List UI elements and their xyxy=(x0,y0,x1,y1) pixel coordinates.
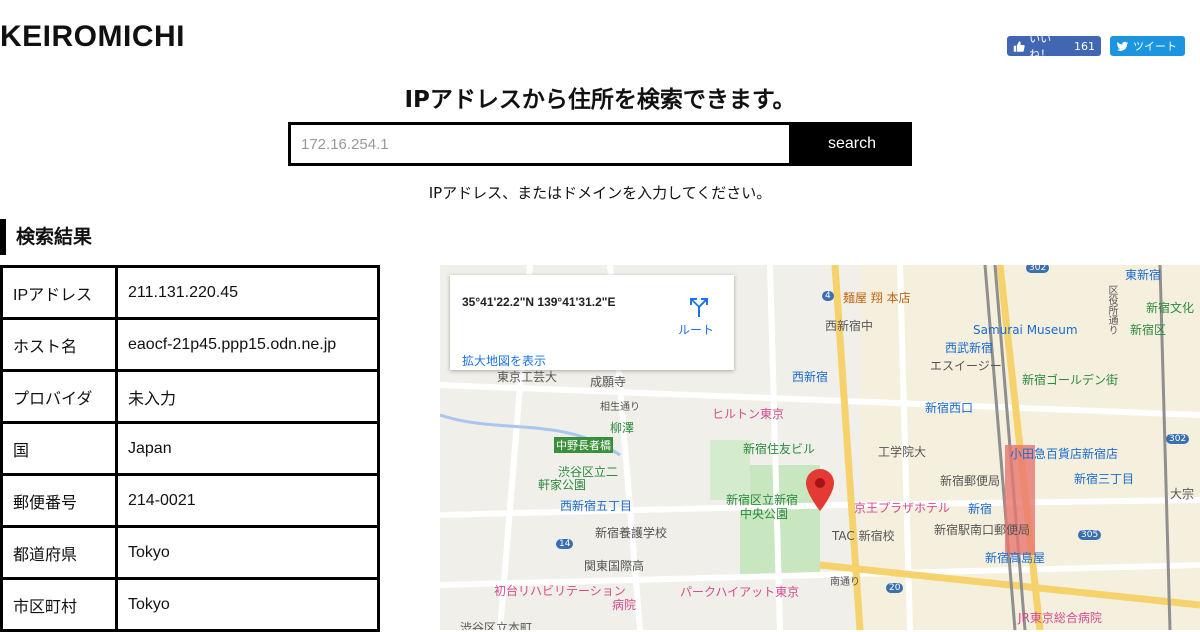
map-label: 病院 xyxy=(612,598,637,612)
map-label: 新宿駅南口郵便局 xyxy=(934,523,1031,537)
road-number-badge: 305 xyxy=(1078,530,1102,540)
search-button[interactable]: search xyxy=(792,122,912,166)
map-label: 関東国際高 xyxy=(584,559,645,573)
map-label: 小田急百貨店新宿店 xyxy=(1010,447,1119,461)
table-row: IPアドレス 211.131.220.45 xyxy=(0,265,380,320)
table-row: プロバイダ 未入力 xyxy=(0,369,380,424)
row-value: 未入力 xyxy=(115,369,380,424)
row-key: 郵便番号 xyxy=(0,473,118,528)
twitter-tweet-label: ツイート xyxy=(1133,40,1177,53)
map-label: 西新宿中 xyxy=(825,319,874,333)
ip-search-input[interactable] xyxy=(288,122,792,166)
site-logo[interactable]: KEIROMICHI xyxy=(0,20,185,54)
search-hint: IPアドレス、またはドメインを入力してください。 xyxy=(428,184,772,202)
row-value: Tokyo xyxy=(115,525,380,580)
map-label: 中野長者橋 xyxy=(554,437,613,453)
row-value: 211.131.220.45 xyxy=(115,265,380,320)
map-info-card: 35°41'22.2"N 139°41'31.2"E ルート 拡大地図を表示 xyxy=(450,275,734,370)
map-label: Samurai Museum xyxy=(973,323,1078,337)
map-label: 中央公園 xyxy=(740,507,789,521)
map-label: 新宿ゴールデン街 xyxy=(1022,373,1119,387)
table-row: ホスト名 eaocf-21p45.ppp15.odn.ne.jp xyxy=(0,317,380,372)
row-key: ホスト名 xyxy=(0,317,118,372)
map-label: 東新宿 xyxy=(1125,268,1162,282)
row-value: Japan xyxy=(115,421,380,476)
map-label: 新宿郵便局 xyxy=(940,474,1001,488)
search-form: search xyxy=(288,122,912,166)
map-label: 東京工芸大 xyxy=(497,370,558,384)
table-row: 郵便番号 214-0021 xyxy=(0,473,380,528)
road-number-badge: 302 xyxy=(1166,434,1190,444)
twitter-tweet-button[interactable]: ツイート xyxy=(1110,36,1185,56)
facebook-like-button[interactable]: いいね！ 161 xyxy=(1007,32,1101,61)
map-label: 南通り xyxy=(830,577,860,588)
row-key: 市区町村 xyxy=(0,577,118,632)
route-link[interactable]: ルート xyxy=(678,321,714,338)
road-number-badge: 20 xyxy=(886,583,904,593)
map-label: 工学院大 xyxy=(878,445,927,459)
map-label: 区役所通り xyxy=(1106,285,1117,335)
road-number-badge: 4 xyxy=(822,291,834,301)
map-label: 新宿三丁目 xyxy=(1074,472,1135,486)
map-label: 新宿文化 xyxy=(1146,301,1195,315)
twitter-bird-icon xyxy=(1116,41,1129,51)
embedded-map[interactable]: 35°41'22.2"N 139°41'31.2"E ルート 拡大地図を表示 麺… xyxy=(440,265,1200,630)
row-value: Tokyo xyxy=(115,577,380,632)
row-key: 都道府県 xyxy=(0,525,118,580)
route-icon[interactable] xyxy=(686,295,710,319)
facebook-like-count: 161 xyxy=(1074,39,1095,53)
map-label: 渋谷区立本町 xyxy=(460,621,533,630)
thumbs-up-icon xyxy=(1013,40,1025,52)
social-buttons: いいね！ 161 ツイート xyxy=(1007,32,1185,61)
map-label: 相生通り xyxy=(600,402,640,413)
facebook-like-label: いいね！ xyxy=(1029,32,1052,61)
large-map-link[interactable]: 拡大地図を表示 xyxy=(462,352,546,369)
map-label: 新宿養護学校 xyxy=(595,526,668,540)
row-key: 国 xyxy=(0,421,118,476)
map-label: 新宿 xyxy=(968,502,993,516)
page-headline: IPアドレスから住所を検索できます。 xyxy=(404,87,796,113)
map-label: TAC 新宿校 xyxy=(832,529,895,543)
map-label: 大宗 xyxy=(1170,487,1195,501)
map-label: 新宿西口 xyxy=(925,401,974,415)
map-label: JR東京総合病院 xyxy=(1018,611,1102,625)
results-table: IPアドレス 211.131.220.45 ホスト名 eaocf-21p45.ppp… xyxy=(0,265,380,632)
map-label: エスイージー xyxy=(930,359,1002,373)
map-label: 成願寺 xyxy=(590,375,627,389)
row-key: プロバイダ xyxy=(0,369,118,424)
row-value: 214-0021 xyxy=(115,473,380,528)
map-label: 柳澤 xyxy=(610,421,635,435)
table-row: 市区町村 Tokyo xyxy=(0,577,380,632)
map-label: 西新宿五丁目 xyxy=(560,499,633,513)
location-pin-icon xyxy=(806,469,834,511)
map-label: 西武新宿 xyxy=(945,341,994,355)
map-label: 新宿区 xyxy=(1130,323,1167,337)
map-label: 新宿住友ビル xyxy=(743,442,816,456)
table-row: 国 Japan xyxy=(0,421,380,476)
map-label: 初台リハビリテーション xyxy=(494,584,626,598)
map-label: 京王プラザホテル xyxy=(854,501,951,515)
map-label: 軒家公園 xyxy=(538,478,587,492)
map-label: 新宿高島屋 xyxy=(985,551,1046,565)
map-label: パークハイアット東京 xyxy=(680,585,800,599)
road-number-badge: 14 xyxy=(556,539,574,549)
results-section-title: 検索結果 xyxy=(0,219,92,255)
row-value: eaocf-21p45.ppp15.odn.ne.jp xyxy=(115,317,380,372)
row-key: IPアドレス xyxy=(0,265,118,320)
table-row: 都道府県 Tokyo xyxy=(0,525,380,580)
map-label: 麺屋 翔 本店 xyxy=(843,291,911,305)
map-coordinates: 35°41'22.2"N 139°41'31.2"E xyxy=(462,295,616,309)
map-label: 西新宿 xyxy=(792,370,829,384)
map-label: ヒルトン東京 xyxy=(712,407,785,421)
road-number-badge: 302 xyxy=(1026,265,1050,273)
